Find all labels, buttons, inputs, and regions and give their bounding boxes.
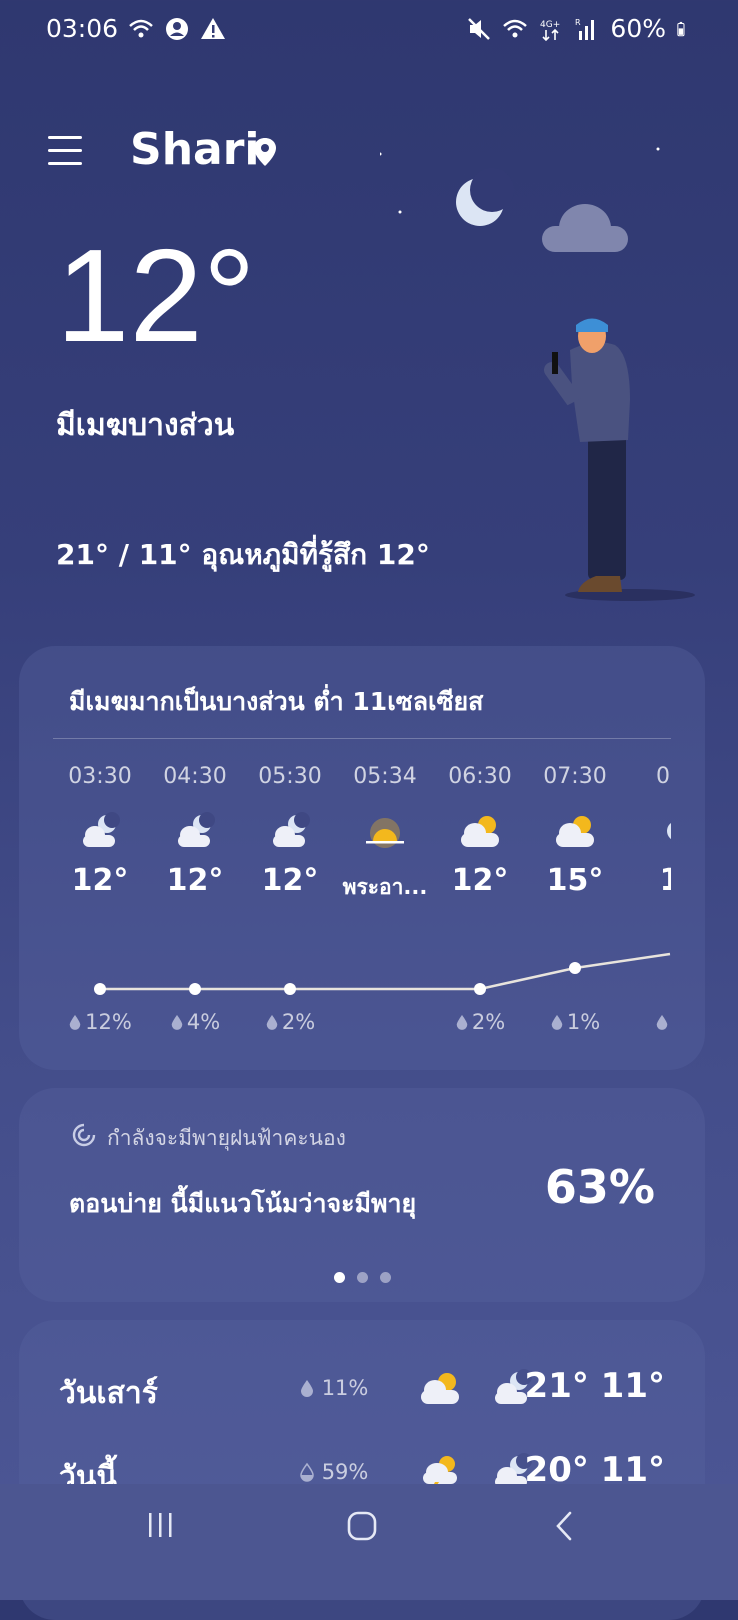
warning-icon	[201, 17, 226, 39]
storm-swirl-icon	[72, 1123, 96, 1147]
day-precip: 11%	[299, 1376, 368, 1400]
menu-icon	[48, 136, 82, 139]
temperature-line	[100, 952, 671, 991]
battery-percent: 60%	[610, 14, 666, 43]
star-icon	[656, 147, 660, 151]
home-button[interactable]	[346, 1510, 378, 1542]
cloud-sun-icon	[421, 1373, 459, 1404]
account-icon	[166, 17, 189, 40]
storm-warning-card[interactable]: กำลังจะมีพายุฝนฟ้าคะนอง ตอนบ่าย นี้มีแนว…	[19, 1088, 705, 1302]
page-indicator[interactable]	[19, 1268, 705, 1287]
status-time: 03:06	[46, 14, 119, 43]
storm-probability: 63%	[544, 1160, 655, 1214]
star-icon	[398, 210, 402, 214]
temperature-point	[189, 983, 201, 995]
wifi-icon	[503, 19, 528, 37]
location-pin-icon	[254, 138, 276, 166]
menu-button[interactable]	[48, 136, 82, 166]
svg-text:4G+: 4G+	[540, 20, 560, 30]
temperature-line-chart	[94, 952, 671, 995]
temperature-point	[474, 983, 486, 995]
signal-icon: R	[575, 18, 595, 40]
temperature-point	[284, 983, 296, 995]
battery-icon	[677, 21, 685, 36]
day-precip: 59%	[299, 1460, 368, 1484]
day-precip-value: 11%	[321, 1376, 369, 1400]
person-illustration	[544, 318, 695, 601]
page-dot[interactable]	[356, 1272, 368, 1283]
recent-apps-button[interactable]	[146, 1510, 176, 1540]
current-temperature: 12°	[56, 222, 256, 369]
star-icon	[380, 152, 382, 156]
hourly-strip[interactable]: 03:30 12° 12% 04:30 12° 4% 05:30 12° 2% 05:34 พระอ…	[19, 646, 671, 1070]
svg-text:R: R	[575, 18, 581, 27]
weather-illustration	[380, 147, 695, 601]
storm-warning-text: ตอนบ่าย นี้มีแนวโน้มว่าจะมีพายุ	[69, 1189, 417, 1218]
menu-icon-line	[48, 162, 82, 165]
system-navigation-bar	[0, 1484, 738, 1600]
wifi-icon	[129, 19, 153, 37]
menu-icon-line	[48, 149, 82, 152]
temperature-point	[569, 962, 581, 974]
back-button[interactable]	[552, 1510, 578, 1542]
storm-warning-label: กำลังจะมีพายุฝนฟ้าคะนอง	[107, 1126, 346, 1150]
day-precip-value: 59%	[321, 1460, 369, 1484]
daily-row[interactable]: วันเสาร์ 11% 21° 11°	[59, 1364, 665, 1414]
raindrop-half-icon	[300, 1462, 314, 1482]
moon-icon	[456, 168, 514, 226]
temperature-point	[94, 983, 106, 995]
raindrop-icon	[301, 1380, 313, 1397]
page-dot[interactable]	[379, 1272, 391, 1283]
status-bar: 03:06 4G+ R 60%	[46, 14, 692, 50]
city-name[interactable]: Shari	[130, 124, 260, 175]
cloud-icon	[542, 204, 628, 252]
mute-icon	[468, 17, 491, 40]
day-name: วันเสาร์	[59, 1376, 158, 1411]
day-temperatures: 21° 11°	[524, 1366, 665, 1406]
current-condition: มีเมฆบางส่วน	[56, 408, 235, 443]
page-dot[interactable]	[333, 1272, 345, 1283]
hourly-forecast-card[interactable]: มีเมฆมากเป็นบางส่วน ต่ำ 11เซลเซียส 03:30…	[19, 646, 705, 1070]
mobile-data-icon: 4G+	[540, 20, 561, 41]
hi-lo-feels-like: 21° / 11° อุณหภูมิที่รู้สึก 12°	[56, 538, 430, 571]
